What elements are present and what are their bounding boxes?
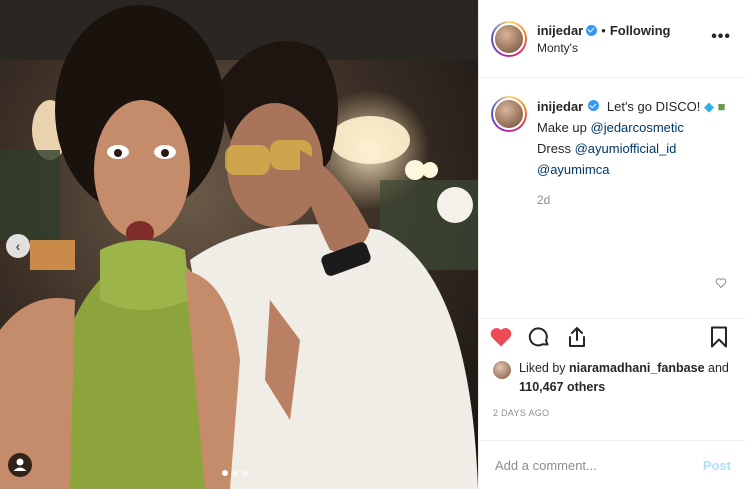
- liker-username-link[interactable]: niaramadhani_fanbase: [569, 361, 704, 375]
- tagged-users-button[interactable]: [8, 453, 32, 477]
- avatar[interactable]: [491, 20, 527, 57]
- post-header: inijedar • Following Monty's •••: [479, 0, 745, 78]
- action-bar: [479, 318, 745, 349]
- like-caption-button[interactable]: [715, 277, 727, 292]
- dress-label: Dress: [537, 141, 571, 156]
- dress-tag-link[interactable]: @ayumimca: [537, 162, 609, 177]
- liker-avatar[interactable]: [493, 361, 511, 379]
- likes-prefix: Liked by: [519, 361, 566, 375]
- makeup-tag-link[interactable]: @jedarcosmetic: [591, 120, 684, 135]
- likes-and: and: [708, 361, 729, 375]
- dress-tag-link[interactable]: @ayumiofficial_id: [575, 141, 677, 156]
- carousel-dot: [242, 470, 248, 476]
- caption-text: Let's go DISCO!: [606, 99, 701, 114]
- verified-badge-icon: [588, 100, 600, 111]
- makeup-label: Make up: [537, 120, 587, 135]
- username-link[interactable]: inijedar: [537, 23, 583, 38]
- comment-input[interactable]: [493, 456, 703, 474]
- comment-button[interactable]: [527, 325, 551, 349]
- previous-photo-button[interactable]: ‹: [6, 234, 30, 258]
- post-details-panel: inijedar • Following Monty's ••• inijeda…: [478, 0, 745, 489]
- location-link[interactable]: Monty's: [537, 41, 670, 55]
- separator: •: [601, 22, 606, 38]
- caption: inijedar Let's go DISCO! ◆ ■ Make up @je…: [479, 78, 745, 211]
- comment-box: Post: [479, 440, 745, 489]
- carousel-dot: [232, 470, 238, 476]
- person-icon: [13, 458, 27, 471]
- avatar[interactable]: [491, 96, 527, 132]
- photo-illustration: [0, 0, 478, 489]
- comment-icon: [528, 327, 549, 347]
- caption-username-link[interactable]: inijedar: [537, 99, 583, 114]
- bookmark-icon: [711, 326, 727, 348]
- share-icon: [569, 327, 585, 347]
- share-button[interactable]: [565, 325, 589, 349]
- following-button[interactable]: Following: [610, 23, 671, 38]
- chevron-left-icon: ‹: [15, 238, 21, 254]
- caption-time: 2d: [537, 193, 551, 207]
- heart-filled-icon: [490, 328, 512, 347]
- likes-summary: Liked by niaramadhani_fanbase and 110,46…: [493, 359, 729, 397]
- carousel-dot: [222, 470, 228, 476]
- carousel-indicator: [222, 470, 248, 476]
- post-comment-button[interactable]: Post: [703, 458, 731, 473]
- like-button[interactable]: [489, 325, 513, 349]
- money-emoji-icon: ■: [717, 99, 726, 114]
- post-timestamp[interactable]: 2 DAYS AGO: [493, 408, 549, 418]
- likes-count-link[interactable]: 110,467 others: [519, 380, 605, 394]
- heart-outline-icon: [715, 278, 727, 289]
- more-options-icon[interactable]: •••: [711, 28, 731, 46]
- post-photo[interactable]: ‹: [0, 0, 478, 489]
- diamond-emoji-icon: ◆: [704, 99, 715, 114]
- verified-badge-icon: [586, 24, 598, 36]
- save-button[interactable]: [707, 325, 731, 349]
